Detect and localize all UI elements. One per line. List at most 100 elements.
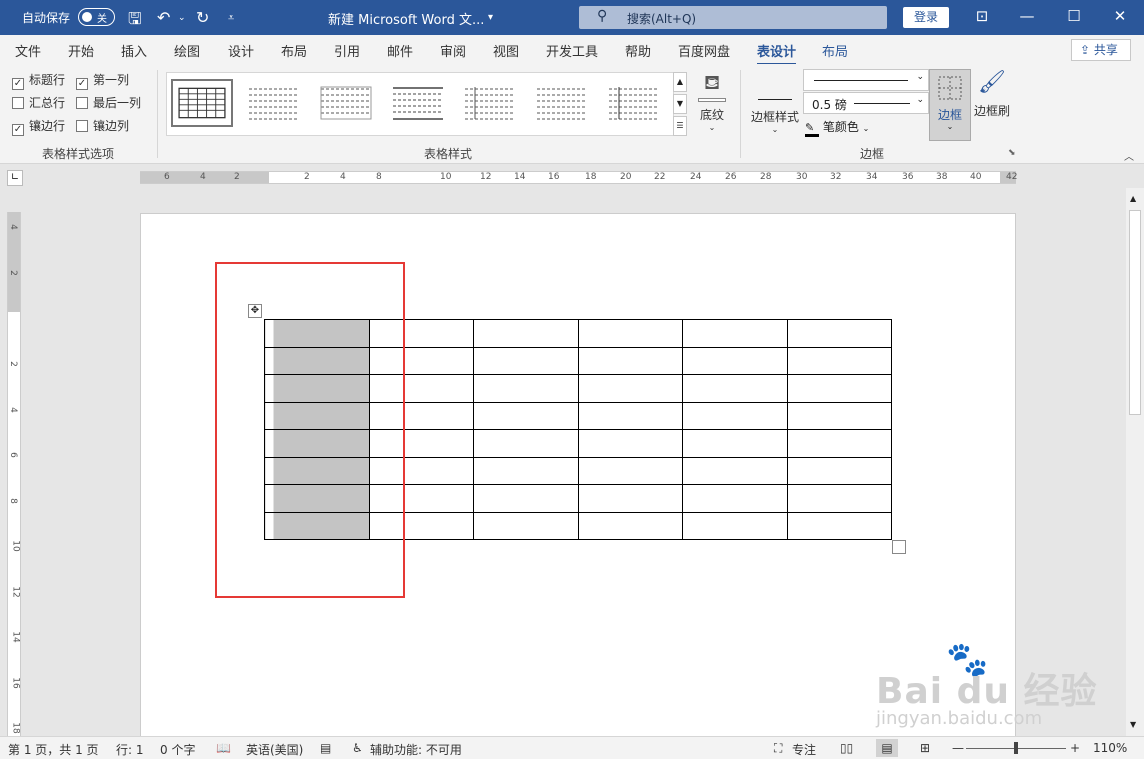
tab-insert[interactable]: 插入 xyxy=(121,41,147,60)
table-style-option[interactable] xyxy=(387,79,449,127)
table-cell[interactable] xyxy=(682,374,788,403)
gallery-up-icon[interactable]: ▲ xyxy=(673,72,687,92)
page-count[interactable]: 第 1 页，共 1 页 xyxy=(8,741,99,758)
vertical-scrollbar[interactable]: ▲ ▼ xyxy=(1126,188,1144,736)
table-cell[interactable] xyxy=(682,346,788,375)
line-number[interactable]: 行: 1 xyxy=(116,741,144,758)
table-cell[interactable] xyxy=(578,484,683,513)
line-style-dropdown[interactable]: ⌄ xyxy=(803,69,929,91)
table-cell[interactable] xyxy=(473,456,579,485)
maximize-icon[interactable]: ☐ xyxy=(1064,7,1084,25)
table-style-plain-grid[interactable] xyxy=(171,79,233,127)
accessibility-icon[interactable]: ♿ xyxy=(352,741,363,755)
table-cell[interactable] xyxy=(682,511,788,540)
table-cell[interactable] xyxy=(473,401,579,430)
table-cell[interactable] xyxy=(787,484,892,513)
table-cell[interactable] xyxy=(473,511,579,540)
login-button[interactable]: 登录 xyxy=(903,7,949,28)
pen-color-button[interactable]: ✎ 笔颜色 ⌄ xyxy=(805,118,869,137)
table-cell[interactable] xyxy=(787,401,892,430)
border-styles-button[interactable]: 边框样式 ⌄ xyxy=(748,70,802,134)
dialog-launcher-icon[interactable]: ⬊ xyxy=(1008,148,1016,158)
search-box[interactable]: ⚲ 搜索(Alt+Q) xyxy=(579,6,887,29)
table-cell[interactable] xyxy=(578,346,683,375)
table-cell[interactable] xyxy=(578,456,683,485)
borders-button[interactable]: 边框 ⌄ xyxy=(929,69,971,141)
close-icon[interactable]: ✕ xyxy=(1110,7,1130,25)
tab-mailings[interactable]: 邮件 xyxy=(387,41,413,60)
table-cell[interactable] xyxy=(787,511,892,540)
border-painter-button[interactable]: 🖌 边框刷 xyxy=(973,70,1011,119)
vertical-ruler[interactable]: 4 2 2 4 6 8 10 12 14 16 18 xyxy=(7,212,21,736)
accessibility-status[interactable]: 辅助功能: 不可用 xyxy=(370,741,462,758)
tab-draw[interactable]: 绘图 xyxy=(174,41,200,60)
redo-icon[interactable]: ↻ xyxy=(196,8,209,27)
tab-developer[interactable]: 开发工具 xyxy=(546,41,598,60)
horizontal-ruler[interactable]: 6 4 2 2 4 8 10 12 14 16 18 20 22 24 26 2… xyxy=(140,171,1017,184)
tab-review[interactable]: 审阅 xyxy=(440,41,466,60)
undo-icon[interactable]: ↶ xyxy=(157,8,170,27)
table-cell[interactable] xyxy=(473,429,579,458)
tab-layout[interactable]: 布局 xyxy=(281,41,307,60)
banded-rows-checkbox[interactable]: ✓ 镶边行 xyxy=(12,117,65,136)
zoom-out-icon[interactable]: — xyxy=(952,741,964,755)
zoom-slider-thumb[interactable] xyxy=(1014,742,1018,754)
save-icon[interactable]: 🖫 xyxy=(128,8,142,35)
tab-baidu-netdisk[interactable]: 百度网盘 xyxy=(678,41,730,60)
table-cell[interactable] xyxy=(682,456,788,485)
table-cell[interactable] xyxy=(787,319,892,348)
banded-columns-checkbox[interactable]: 镶边列 xyxy=(76,117,129,134)
tab-help[interactable]: 帮助 xyxy=(625,41,651,60)
scrollbar-thumb[interactable] xyxy=(1129,210,1141,415)
table-cell[interactable] xyxy=(473,374,579,403)
ribbon-display-icon[interactable]: ⊡ xyxy=(972,7,992,25)
share-button[interactable]: ⇪ 共享 xyxy=(1071,39,1131,61)
tab-table-layout[interactable]: 布局 xyxy=(822,41,848,60)
table-cell[interactable] xyxy=(787,456,892,485)
zoom-level[interactable]: 110% xyxy=(1093,741,1127,755)
tab-references[interactable]: 引用 xyxy=(334,41,360,60)
tab-selector-icon[interactable]: ∟ xyxy=(7,170,23,186)
table-cell[interactable] xyxy=(473,346,579,375)
proofing-icon[interactable]: 📖 xyxy=(216,741,231,755)
print-layout-icon[interactable]: ▤ xyxy=(876,739,898,757)
table-cell[interactable] xyxy=(682,401,788,430)
header-row-checkbox[interactable]: ✓ 标题行 xyxy=(12,71,65,90)
read-mode-icon[interactable]: ▯▯ xyxy=(840,741,853,755)
table-cell[interactable] xyxy=(578,319,683,348)
table-cell[interactable] xyxy=(473,319,579,348)
table-style-option[interactable] xyxy=(531,79,593,127)
focus-icon[interactable]: ⛶ xyxy=(774,741,782,756)
table-cell[interactable] xyxy=(787,346,892,375)
tab-table-design[interactable]: 表设计 xyxy=(757,41,797,66)
table-resize-handle[interactable] xyxy=(892,540,906,554)
scroll-down-icon[interactable]: ▼ xyxy=(1130,720,1136,729)
table-cell[interactable] xyxy=(578,429,683,458)
gallery-more-icon[interactable]: ☰ xyxy=(673,116,687,136)
scroll-up-icon[interactable]: ▲ xyxy=(1130,194,1136,203)
table-style-option[interactable] xyxy=(243,79,305,127)
table-cell[interactable] xyxy=(578,374,683,403)
gallery-down-icon[interactable]: ▼ xyxy=(673,94,687,114)
first-column-checkbox[interactable]: ✓ 第一列 xyxy=(76,71,129,90)
tab-design[interactable]: 设计 xyxy=(228,41,254,60)
autosave-toggle[interactable]: 关 xyxy=(78,8,115,26)
zoom-in-icon[interactable]: + xyxy=(1070,741,1080,755)
focus-mode[interactable]: 专注 xyxy=(792,741,816,758)
total-row-checkbox[interactable]: 汇总行 xyxy=(12,94,65,111)
tab-view[interactable]: 视图 xyxy=(493,41,519,60)
table-style-option[interactable] xyxy=(603,79,665,127)
pen-weight-dropdown[interactable]: 0.5 磅 ⌄ xyxy=(803,92,929,114)
undo-dropdown-icon[interactable]: ⌄ xyxy=(178,13,186,23)
table-cell[interactable] xyxy=(473,484,579,513)
shading-button[interactable]: ⛾ 底纹 ⌄ xyxy=(694,70,730,132)
zoom-slider[interactable] xyxy=(966,742,1066,754)
table-cell[interactable] xyxy=(682,319,788,348)
table-cell[interactable] xyxy=(578,401,683,430)
tab-home[interactable]: 开始 xyxy=(68,41,94,60)
tab-file[interactable]: 文件 xyxy=(15,41,41,60)
customize-toolbar-icon[interactable]: ⩡ xyxy=(228,11,234,25)
minimize-icon[interactable]: — xyxy=(1017,7,1037,25)
table-cell[interactable] xyxy=(787,429,892,458)
table-cell[interactable] xyxy=(682,429,788,458)
